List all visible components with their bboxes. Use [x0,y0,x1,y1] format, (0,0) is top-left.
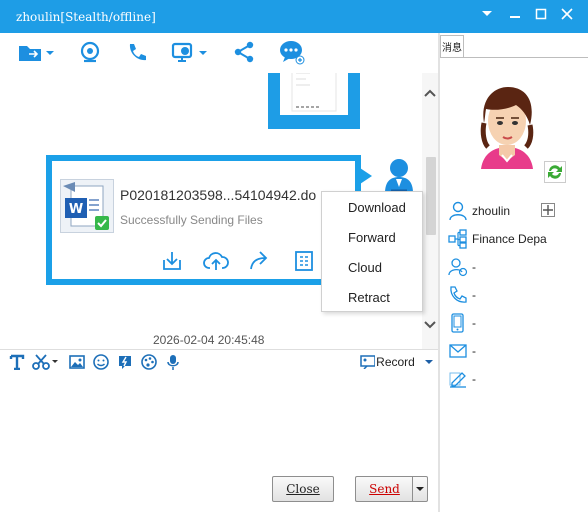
toolbar [0,33,438,73]
record-dropdown-icon[interactable] [421,357,436,367]
sender-avatar-icon[interactable] [382,157,416,195]
chat-scrollbar[interactable] [422,73,438,349]
microphone-icon[interactable] [164,353,182,371]
mobile-icon [448,313,468,333]
contact-department: Finance Depa [472,232,547,246]
phone-row: - [448,285,588,305]
menu-item-forward[interactable]: Forward [348,230,396,245]
send-button[interactable]: Send [355,476,413,502]
scroll-thumb[interactable] [426,157,436,235]
send-button-label: Send [369,482,400,496]
record-icon [360,355,376,369]
minimize-icon[interactable] [504,4,526,24]
close-button[interactable]: Close [272,476,334,502]
format-bar: Record [0,350,438,374]
record-button[interactable]: Record [360,353,436,371]
user-icon [448,201,468,221]
menu-item-retract[interactable]: Retract [348,290,390,305]
email-row: - [448,341,588,361]
file-status: Successfully Sending Files [120,213,263,227]
chevron-down-icon [416,487,424,491]
signature-row: - [448,369,588,389]
window-title: zhoulin[Stealth/offline] [16,10,156,24]
add-contact-icon[interactable] [541,203,555,217]
palette-icon[interactable] [140,353,158,371]
menu-item-cloud[interactable]: Cloud [348,260,382,275]
send-options-dropdown[interactable] [412,476,428,502]
bubble-pointer [360,168,372,184]
phone-icon[interactable] [124,39,150,65]
message-timestamp: 2026-02-04 20:45:48 [153,333,265,347]
organization-icon [448,229,468,249]
dropdown-arrow-icon[interactable] [476,4,498,24]
svg-text:W: W [69,202,83,217]
contact-sidebar: 消息 zhoulin Finance Depa - - - - - [440,33,588,512]
scroll-up-icon[interactable] [424,88,436,98]
close-window-icon[interactable] [556,4,578,24]
image-icon[interactable] [68,353,86,371]
maximize-icon[interactable] [530,4,552,24]
contact-avatar [464,83,550,173]
tab-messages[interactable]: 消息 [440,35,464,57]
sync-icon[interactable] [544,161,566,183]
extension-row: - [448,257,588,277]
extension-value: - [472,260,476,274]
email-value: - [472,344,476,358]
mobile-value: - [472,316,476,330]
title-bar: zhoulin[Stealth/offline] [0,0,588,33]
signature-value: - [472,372,476,386]
context-menu: Download Forward Cloud Retract [321,191,423,312]
menu-item-download[interactable]: Download [348,200,406,215]
download-icon[interactable] [158,247,186,275]
emoji-icon[interactable] [92,353,110,371]
contact-name-row: zhoulin [448,201,588,221]
file-name: P020181203598...54104942.do [120,187,317,203]
tab-underline [440,57,588,58]
image-thumbnail[interactable] [280,73,348,115]
email-icon [448,341,468,361]
document-icon[interactable] [290,247,318,275]
department-row: Finance Depa [448,229,588,249]
folder-transfer-icon[interactable] [16,39,56,65]
shake-icon[interactable] [116,353,134,371]
message-input[interactable] [0,374,438,474]
text-format-icon[interactable] [8,353,26,371]
chat-bubble-icon[interactable] [278,39,306,65]
webcam-icon[interactable] [78,39,102,65]
record-label: Record [376,355,415,369]
remote-desktop-icon[interactable] [170,39,210,65]
close-button-label: Close [286,482,320,496]
user-phone-icon [448,257,468,277]
file-message-card[interactable]: W P020181203598...54104942.do Successful… [46,155,361,285]
phone-value: - [472,288,476,302]
share-icon[interactable] [232,39,256,65]
word-file-icon: W [60,179,114,233]
edit-icon [448,369,468,389]
cloud-upload-icon[interactable] [202,247,230,275]
forward-icon[interactable] [246,247,274,275]
phone-icon [448,285,468,305]
scissors-icon[interactable] [32,353,60,371]
scroll-down-icon[interactable] [424,320,436,330]
mobile-row: - [448,313,588,333]
previous-message-card [268,73,360,129]
contact-name: zhoulin [472,204,511,218]
